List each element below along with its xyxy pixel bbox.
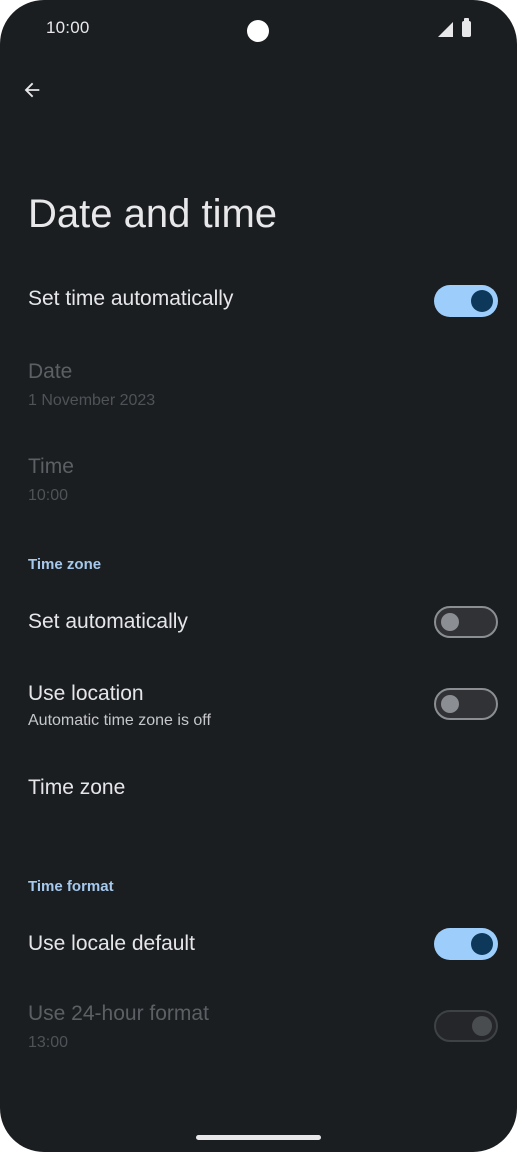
back-button[interactable] [12, 70, 52, 110]
use-24-hour-format-switch [434, 1010, 498, 1042]
use-locale-default-label: Use locale default [28, 932, 195, 955]
date-label: Date [28, 360, 73, 383]
use-location-label: Use location [28, 682, 144, 705]
time-value: 10:00 [28, 487, 69, 504]
battery-icon [462, 18, 471, 37]
set-automatically-label: Set automatically [28, 610, 188, 633]
set-time-automatically-switch[interactable] [434, 285, 498, 317]
status-icons [436, 18, 476, 40]
time-zone-section-header: Time zone [28, 556, 102, 573]
use-location-summary: Automatic time zone is off [28, 712, 211, 729]
use-24-hour-format-label: Use 24-hour format [28, 1002, 209, 1025]
time-format-section-header: Time format [28, 878, 114, 895]
time-row: Time 10:00 [0, 445, 517, 521]
set-automatically-switch[interactable] [434, 606, 498, 638]
use-locale-default-row[interactable]: Use locale default [0, 914, 517, 976]
use-locale-default-switch[interactable] [434, 928, 498, 960]
time-zone-label: Time zone [28, 776, 126, 799]
set-time-automatically-label: Set time automatically [28, 287, 234, 310]
set-time-automatically-row[interactable]: Set time automatically [0, 270, 517, 332]
arrow-back-icon [24, 82, 40, 98]
camera-cutout [247, 20, 269, 42]
date-row: Date 1 November 2023 [0, 350, 517, 426]
date-value: 1 November 2023 [28, 392, 156, 409]
page-title: Date and time [28, 192, 278, 236]
use-location-switch[interactable] [434, 688, 498, 720]
time-zone-row[interactable]: Time zone [0, 760, 517, 820]
use-24-hour-format-row: Use 24-hour format 13:00 [0, 994, 517, 1064]
gesture-nav-handle[interactable] [196, 1135, 321, 1140]
phone-screen: 10:00 Date and time Set time automatical… [0, 0, 517, 1152]
time-label: Time [28, 455, 74, 478]
status-time: 10:00 [46, 18, 90, 37]
signal-icon [438, 22, 453, 37]
use-location-row[interactable]: Use location Automatic time zone is off [0, 672, 517, 742]
use-24-hour-format-value: 13:00 [28, 1034, 69, 1051]
set-automatically-row[interactable]: Set automatically [0, 592, 517, 654]
